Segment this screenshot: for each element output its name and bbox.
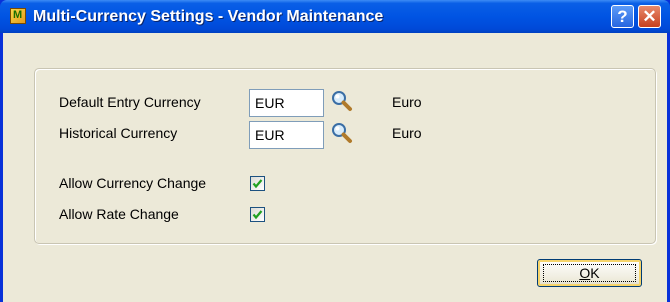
title-bar[interactable]: M Multi-Currency Settings - Vendor Maint… xyxy=(0,0,670,33)
default-entry-currency-input[interactable]: EUR xyxy=(249,89,324,117)
app-icon: M xyxy=(10,8,26,24)
historical-currency-label: Historical Currency xyxy=(59,125,178,141)
default-entry-currency-label: Default Entry Currency xyxy=(59,94,201,110)
allow-rate-change-label: Allow Rate Change xyxy=(59,206,179,222)
close-button[interactable]: ✕ xyxy=(638,5,661,28)
help-button[interactable]: ? xyxy=(611,5,634,28)
checkmark-icon xyxy=(252,210,263,220)
ok-button-label: OK xyxy=(579,265,600,281)
historical-currency-description: Euro xyxy=(392,125,422,141)
historical-currency-input[interactable]: EUR xyxy=(249,121,324,149)
dialog-client-area: Default Entry Currency EUR Euro Historic… xyxy=(3,33,667,302)
dialog-window: M Multi-Currency Settings - Vendor Maint… xyxy=(0,0,670,302)
default-entry-currency-description: Euro xyxy=(392,94,422,110)
allow-currency-change-label: Allow Currency Change xyxy=(59,175,207,191)
window-title: Multi-Currency Settings - Vendor Mainten… xyxy=(33,8,384,25)
allow-rate-change-checkbox[interactable] xyxy=(250,207,265,222)
allow-currency-change-checkbox[interactable] xyxy=(250,176,265,191)
magnifier-icon[interactable] xyxy=(329,89,355,115)
magnifier-icon[interactable] xyxy=(329,121,355,147)
checkmark-icon xyxy=(252,179,263,189)
ok-button[interactable]: OK xyxy=(537,259,642,287)
